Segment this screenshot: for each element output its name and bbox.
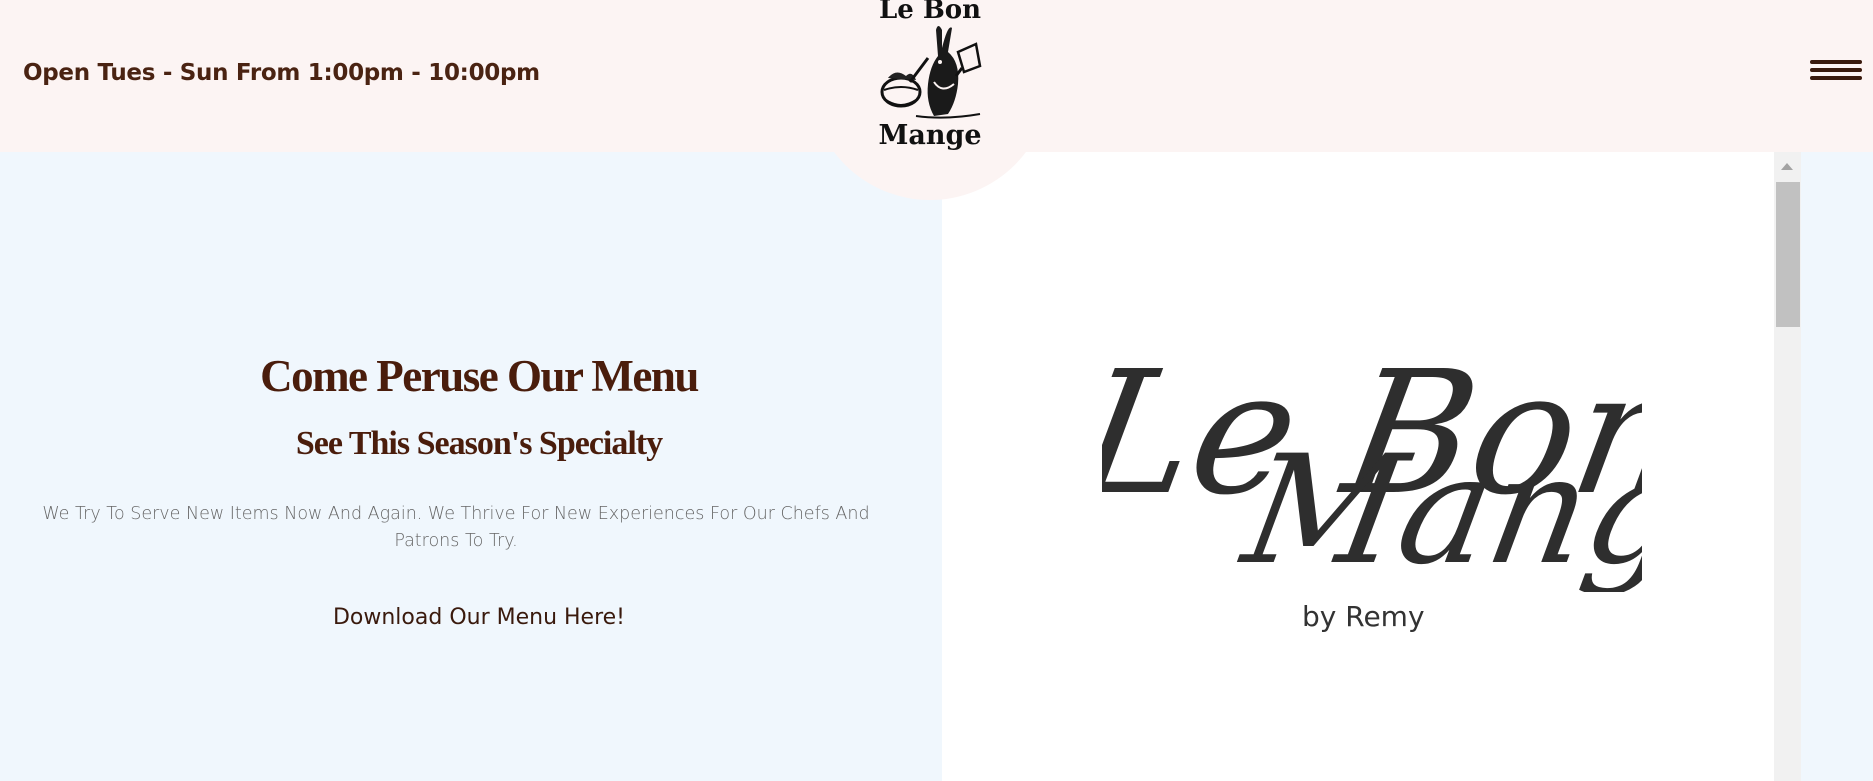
logo-text-top: Le Bon [878,0,982,25]
logo-text-bottom: Mange [878,120,982,151]
menu-subtitle: See This Season's Specialty [295,425,663,462]
preview-scrollbar[interactable] [1774,152,1801,781]
menu-section: Come Peruse Our Menu See This Season's S… [0,152,942,781]
byline: by Remy [1302,600,1425,633]
rabbit-chef-icon [880,26,982,119]
hamburger-icon[interactable] [1810,60,1862,84]
right-margin [1801,152,1873,781]
scroll-thumb[interactable] [1776,182,1800,327]
script-logo-line2: Mange [1230,423,1642,592]
opening-hours: Open Tues - Sun From 1:00pm - 10:00pm [23,60,540,86]
scroll-up-icon[interactable] [1781,163,1793,170]
menu-description: We Try To Serve New Items Now And Again.… [42,504,870,551]
download-menu-link[interactable]: Download Our Menu Here! [0,605,958,630]
menu-preview-frame: Le Bon Mange by Remy [942,152,1774,781]
menu-title: Come Peruse Our Menu [260,351,699,401]
script-logo: Le Bon Mange [1102,335,1642,592]
